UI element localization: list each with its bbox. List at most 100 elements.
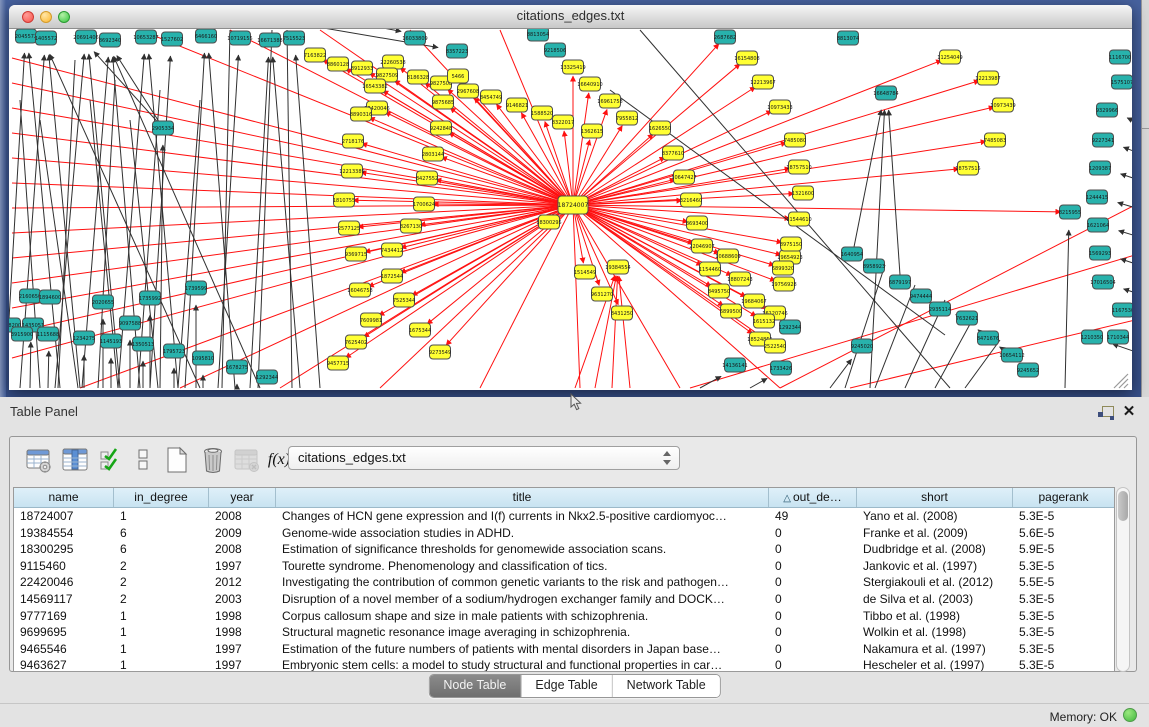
network-node[interactable]: 22260538 bbox=[380, 55, 405, 69]
network-node[interactable]: 12213967 bbox=[750, 75, 775, 89]
network-node[interactable]: 8860128 bbox=[327, 57, 349, 71]
network-node[interactable]: 8813074 bbox=[837, 31, 859, 45]
table-row[interactable]: 946554611997Estimation of the future num… bbox=[14, 641, 1114, 658]
network-node[interactable]: 9097588 bbox=[119, 316, 141, 330]
network-node[interactable]: 3915900 bbox=[11, 327, 33, 341]
network-node[interactable]: 7434412 bbox=[381, 243, 403, 257]
network-node[interactable]: 16961758 bbox=[597, 94, 622, 108]
network-node[interactable]: 1678275 bbox=[226, 360, 248, 374]
table-row[interactable]: 1456911722003Disruption of a novel membe… bbox=[14, 591, 1114, 608]
column-header-pagerank[interactable]: pagerank bbox=[1013, 488, 1114, 507]
network-node[interactable]: 16154808 bbox=[734, 51, 759, 65]
network-node[interactable]: 8186328 bbox=[407, 70, 429, 84]
table-selector-dropdown[interactable]: citations_edges.txt bbox=[288, 446, 680, 470]
network-node[interactable]: 1145193 bbox=[100, 334, 122, 348]
network-node[interactable]: 9875685 bbox=[432, 95, 454, 109]
network-node[interactable]: 2905334 bbox=[152, 121, 174, 135]
network-node[interactable]: 19756928 bbox=[771, 277, 796, 291]
network-node[interactable]: 1209387 bbox=[1089, 161, 1111, 175]
tab-node-table[interactable]: Node Table bbox=[429, 675, 521, 697]
column-header-short[interactable]: short bbox=[857, 488, 1013, 507]
network-node[interactable]: 8431250 bbox=[611, 306, 633, 320]
network-node[interactable]: 1626550 bbox=[649, 121, 671, 135]
network-node[interactable]: 9245652 bbox=[1017, 363, 1039, 377]
network-node[interactable]: 1675344 bbox=[409, 323, 431, 337]
network-node[interactable]: 1292344 bbox=[256, 370, 278, 384]
network-node[interactable]: 8692340 bbox=[99, 33, 121, 47]
table-row[interactable]: 1830029562008Estimation of significance … bbox=[14, 541, 1114, 558]
network-node[interactable]: 8890316 bbox=[350, 107, 372, 121]
network-node[interactable]: 2160650 bbox=[19, 289, 41, 303]
network-node[interactable]: 2522540 bbox=[764, 339, 786, 353]
network-node[interactable]: 1733426 bbox=[770, 361, 792, 375]
network-node[interactable]: 13325419 bbox=[560, 60, 585, 74]
network-canvas[interactable]: 2045572140557220691406869234010653287152… bbox=[9, 29, 1132, 390]
network-node[interactable]: 9227341 bbox=[1092, 133, 1114, 147]
network-node[interactable]: 8813054 bbox=[527, 29, 549, 41]
network-node[interactable]: 22046907 bbox=[689, 239, 714, 253]
network-node[interactable]: 1700624 bbox=[413, 197, 435, 211]
network-node[interactable]: 1569293 bbox=[1089, 246, 1111, 260]
table-row[interactable]: 2242004622012Investigating the contribut… bbox=[14, 574, 1114, 591]
network-node[interactable]: 16046758 bbox=[347, 283, 372, 297]
network-node[interactable]: 10973433 bbox=[767, 100, 792, 114]
network-node[interactable]: 17016504 bbox=[1090, 275, 1115, 289]
minimize-window-button[interactable] bbox=[40, 11, 52, 23]
network-node[interactable]: 1405572 bbox=[35, 31, 57, 45]
network-node[interactable]: 18757515 bbox=[955, 161, 980, 175]
network-node[interactable]: 1321600 bbox=[792, 186, 814, 200]
network-node[interactable]: 1095810 bbox=[192, 351, 214, 365]
network-node[interactable]: 7609981 bbox=[360, 313, 382, 327]
network-node[interactable]: 8454749 bbox=[480, 90, 502, 104]
network-node[interactable]: 10688609 bbox=[715, 249, 740, 263]
column-header-in-degree[interactable]: in_degree bbox=[114, 488, 209, 507]
network-node[interactable]: 1621064 bbox=[1087, 218, 1109, 232]
network-node[interactable]: 10654112 bbox=[999, 348, 1024, 362]
table-row[interactable]: 946362711997Embryonic stem cells: a mode… bbox=[14, 657, 1114, 672]
network-node[interactable]: 2687682 bbox=[714, 30, 736, 44]
close-window-button[interactable] bbox=[22, 11, 34, 23]
network-node[interactable]: 11254049 bbox=[937, 50, 962, 64]
network-node[interactable]: 8912933 bbox=[351, 61, 373, 75]
select-columns-icon[interactable] bbox=[96, 445, 126, 475]
table-scrollbar[interactable] bbox=[1116, 487, 1130, 672]
network-node[interactable]: 1739599 bbox=[185, 281, 207, 295]
network-node[interactable]: 1615132 bbox=[753, 314, 775, 328]
network-node[interactable]: 8495750 bbox=[708, 284, 730, 298]
network-node[interactable]: 9245020 bbox=[851, 339, 873, 353]
network-node[interactable]: 6879197 bbox=[889, 275, 911, 289]
network-node[interactable]: 9474444 bbox=[910, 289, 932, 303]
float-panel-icon[interactable] bbox=[1098, 406, 1115, 421]
network-node[interactable]: 9631270 bbox=[591, 287, 613, 301]
network-node[interactable]: 12213389 bbox=[339, 164, 364, 178]
network-node[interactable]: 18300295 bbox=[536, 215, 561, 229]
tab-edge-table[interactable]: Edge Table bbox=[521, 675, 612, 697]
column-header-name[interactable]: name bbox=[14, 488, 114, 507]
table-row[interactable]: 969969511998Structural magnetic resonanc… bbox=[14, 624, 1114, 641]
delete-column-icon[interactable] bbox=[198, 445, 228, 475]
network-view-window[interactable]: citations_edges.txt 20455721405572206914… bbox=[9, 5, 1132, 390]
network-node[interactable]: 8322017 bbox=[552, 115, 574, 129]
network-node[interactable]: 1894600 bbox=[39, 290, 61, 304]
table-mode-icon[interactable] bbox=[24, 445, 54, 475]
scrollbar-thumb[interactable] bbox=[1118, 491, 1128, 521]
network-node[interactable]: 2577125 bbox=[338, 221, 360, 235]
close-panel-button[interactable]: ✕ bbox=[1122, 404, 1136, 420]
network-node[interactable]: 18757510 bbox=[786, 160, 811, 174]
network-node[interactable]: 8215955 bbox=[1059, 205, 1081, 219]
table-row[interactable]: 977716911998Corpus callosum shape and si… bbox=[14, 608, 1114, 625]
network-node[interactable]: 2718176 bbox=[342, 134, 364, 148]
network-node[interactable]: 1154460 bbox=[699, 262, 721, 276]
network-node[interactable]: 1640954 bbox=[841, 247, 863, 261]
network-node[interactable]: 1362615 bbox=[581, 124, 603, 138]
column-header-out-degree[interactable]: △out_de… bbox=[769, 488, 857, 507]
network-node[interactable]: 6466160 bbox=[195, 29, 217, 43]
network-node[interactable]: 1527602 bbox=[161, 32, 183, 46]
network-node[interactable]: 1350513 bbox=[132, 337, 154, 351]
network-node[interactable]: 7163822 bbox=[304, 48, 326, 62]
column-header-year[interactable]: year bbox=[209, 488, 276, 507]
network-node[interactable]: 7955812 bbox=[616, 111, 638, 125]
network-node[interactable]: 7485083 bbox=[984, 133, 1006, 147]
network-node[interactable]: 8471676 bbox=[977, 331, 999, 345]
network-node[interactable]: 16671388 bbox=[257, 33, 282, 47]
